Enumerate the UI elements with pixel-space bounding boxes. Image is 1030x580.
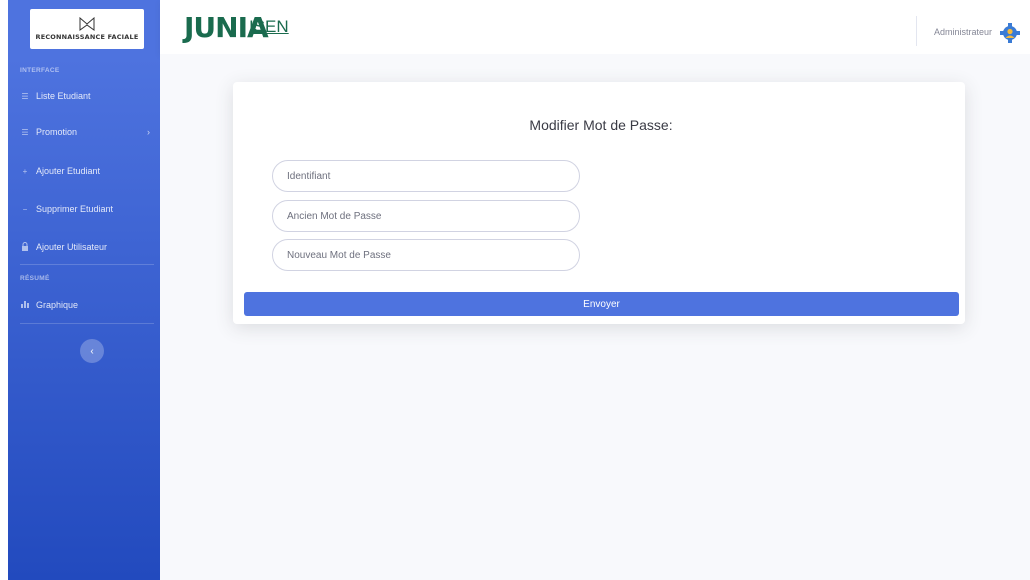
sidebar-toggle-button[interactable]: ‹ [80,339,104,363]
new-password-input[interactable] [272,239,580,271]
sidebar-item-ajouter-etudiant[interactable]: + Ajouter Etudiant [20,162,150,180]
main-content: Modifier Mot de Passe: Envoyer [160,54,1030,580]
sidebar-item-graphique[interactable]: Graphique [20,296,150,314]
sidebar-heading-resume: RÉSUMÉ [20,275,50,282]
sidebar-item-label: Liste Etudiant [36,91,91,101]
sidebar-item-supprimer-etudiant[interactable]: − Supprimer Etudiant [20,200,150,218]
sidebar-item-label: Promotion [36,127,78,137]
minus-icon: − [22,204,28,214]
sidebar-item-label: Graphique [36,300,79,310]
brand-text: RECONNAISSANCE FACIALE [35,33,139,41]
sidebar: RECONNAISSANCE FACIALE INTERFACE ☰ Liste… [8,0,160,580]
sidebar-divider [20,323,154,324]
topbar: JUNIA ISEN Administrateur [160,0,1030,54]
plus-icon: + [22,166,28,176]
isen-logo[interactable]: ISEN [249,17,289,37]
chevron-left-icon: ‹ [90,345,94,357]
table-icon: ☰ [21,91,29,101]
user-name[interactable]: Administrateur [934,27,992,37]
bar-chart-icon [20,300,30,310]
form-title: Modifier Mot de Passe: [529,117,673,133]
brand-logo[interactable]: RECONNAISSANCE FACIALE [30,9,144,49]
sidebar-item-label: Ajouter Etudiant [36,166,101,176]
sidebar-item-ajouter-utilisateur[interactable]: Ajouter Utilisateur [20,238,150,256]
sidebar-item-promotion[interactable]: ☰ Promotion › [20,123,150,141]
change-password-card: Modifier Mot de Passe: Envoyer [233,82,965,324]
identifiant-input[interactable] [272,160,580,192]
user-avatar-icon[interactable] [999,22,1021,44]
topbar-divider [916,16,917,46]
lock-icon [20,241,30,253]
face-mask-icon [79,17,95,31]
submit-button[interactable]: Envoyer [244,292,959,316]
sidebar-heading-interface: INTERFACE [20,67,60,74]
table-icon: ☰ [21,127,29,137]
sidebar-divider [20,264,154,265]
sidebar-item-label: Ajouter Utilisateur [36,242,108,252]
sidebar-item-liste-etudiant[interactable]: ☰ Liste Etudiant [20,87,150,105]
chevron-right-icon: › [147,127,150,137]
old-password-input[interactable] [272,200,580,232]
sidebar-item-label: Supprimer Etudiant [36,204,114,214]
